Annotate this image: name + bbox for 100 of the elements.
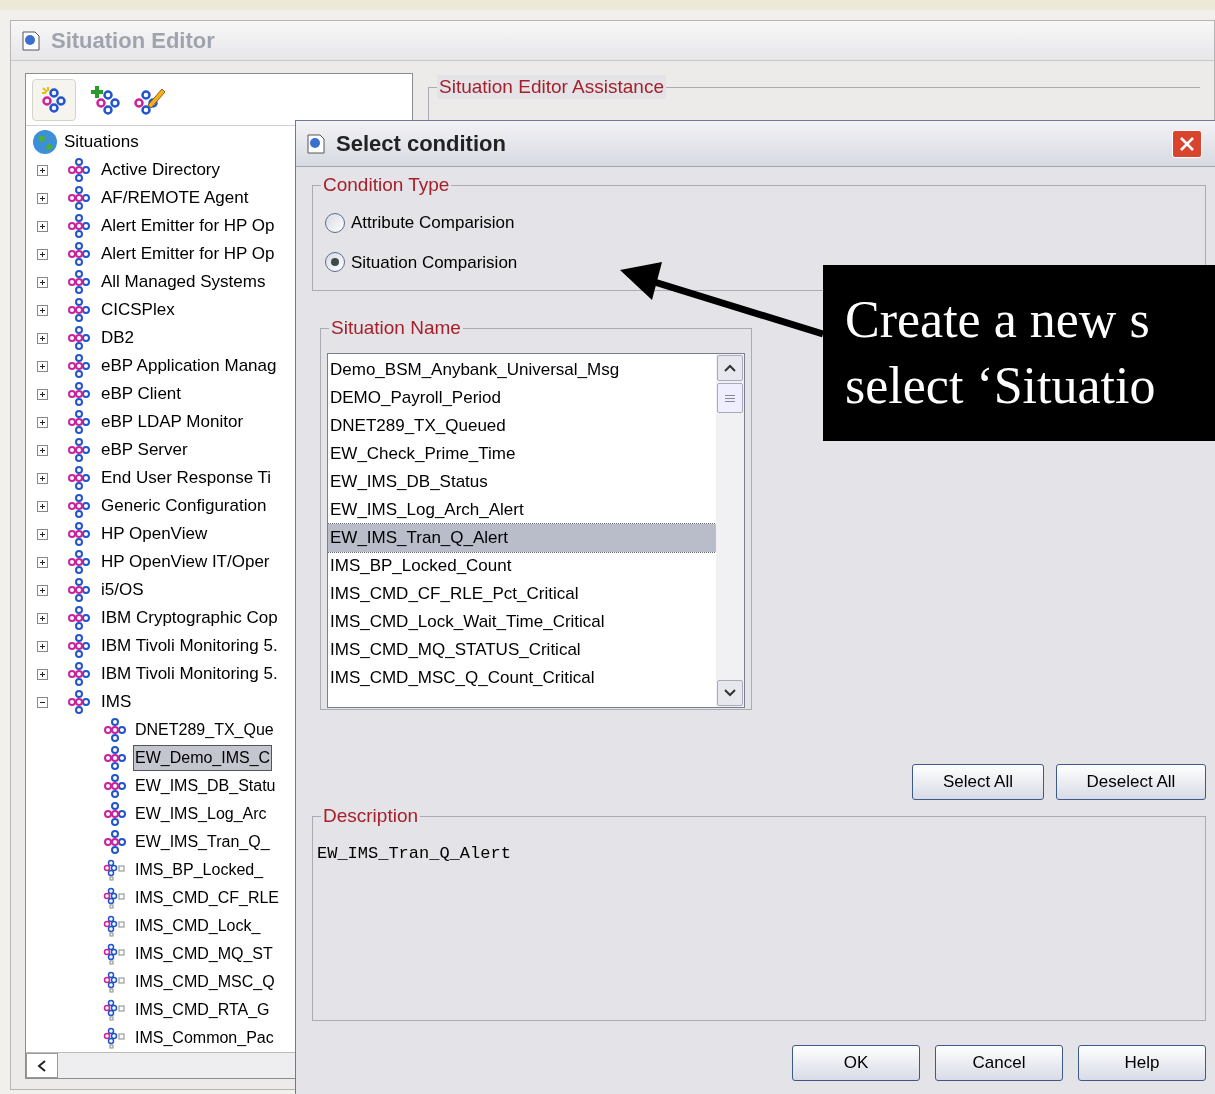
add-situation-icon[interactable] [90, 84, 120, 115]
list-item[interactable]: DNET289_TX_Queued [328, 412, 716, 440]
tree-item[interactable]: Generic Configuration [100, 493, 268, 519]
collapse-icon[interactable] [37, 696, 48, 708]
tree-item[interactable]: Alert Emitter for HP Op [100, 213, 276, 239]
expand-icon[interactable] [37, 220, 48, 232]
new-situation-button[interactable] [32, 78, 76, 121]
app-icon [19, 28, 43, 53]
expand-icon[interactable] [37, 472, 48, 484]
expand-icon[interactable] [37, 584, 48, 596]
list-item[interactable]: IMS_CMD_Lock_Wait_Time_Critical [328, 608, 716, 636]
tree-item[interactable]: IBM Tivoli Monitoring 5. [100, 633, 279, 659]
expand-icon[interactable] [37, 360, 48, 372]
situation-icon [66, 158, 92, 182]
tree-item[interactable]: IMS_CMD_MQ_ST [134, 942, 274, 966]
list-item[interactable]: EW_Check_Prime_Time [328, 440, 716, 468]
scroll-thumb[interactable] [717, 383, 743, 413]
tree-item[interactable]: eBP Application Manag [100, 353, 278, 379]
member-situation-icon [102, 971, 128, 993]
tree-item[interactable]: EW_IMS_Log_Arc [134, 802, 268, 826]
situation-icon [102, 746, 128, 770]
tree-item[interactable]: Active Directory [100, 157, 222, 183]
tree-item[interactable]: IMS_Common_Pac [134, 1026, 275, 1050]
tree-item[interactable]: IBM Cryptographic Cop [100, 605, 279, 631]
tree-item[interactable]: EW_IMS_Tran_Q_ [134, 830, 271, 854]
situation-icon [66, 354, 92, 378]
list-item[interactable]: Demo_BSM_Anybank_Universal_Msg [328, 356, 716, 384]
tree-item[interactable]: HP OpenView IT/Oper [100, 549, 271, 575]
globe-icon [32, 129, 58, 155]
radio-option[interactable]: Situation Comparision [325, 249, 518, 275]
situation-icon [66, 382, 92, 406]
expand-icon[interactable] [37, 640, 48, 652]
expand-icon[interactable] [37, 668, 48, 680]
tree-item[interactable]: All Managed Systems [100, 269, 267, 295]
tree-item[interactable]: CICSPlex [100, 297, 176, 323]
list-item[interactable]: IMS_CMD_MSC_Q_Count_Critical [328, 664, 716, 692]
list-item[interactable]: EW_IMS_DB_Status [328, 468, 716, 496]
tree-item[interactable]: eBP Client [100, 381, 182, 407]
expand-icon[interactable] [37, 304, 48, 316]
tree-item[interactable]: IMS_CMD_RTA_G [134, 998, 271, 1022]
member-situation-icon [102, 943, 128, 965]
dialog-button[interactable]: OK [792, 1045, 920, 1081]
list-item[interactable]: IMS_CMD_MQ_STATUS_Critical [328, 636, 716, 664]
scroll-down-button[interactable] [717, 680, 743, 706]
situation-icon [66, 438, 92, 462]
radio-button[interactable] [325, 212, 345, 233]
expand-icon[interactable] [37, 192, 48, 204]
tree-item[interactable]: IMS_BP_Locked_ [134, 858, 265, 882]
tree-item[interactable]: HP OpenView [100, 521, 209, 547]
callout-text: Create a new s [845, 290, 1151, 350]
tree-item[interactable]: Alert Emitter for HP Op [100, 241, 276, 267]
list-item[interactable]: IMS_CMD_CF_RLE_Pct_Critical [328, 580, 716, 608]
expand-icon[interactable] [37, 332, 48, 344]
tree-item[interactable]: IBM Tivoli Monitoring 5. [100, 661, 279, 687]
vertical-scrollbar[interactable] [716, 354, 744, 707]
tree-item[interactable]: DB2 [100, 325, 136, 351]
expand-icon[interactable] [37, 388, 48, 400]
tree-item[interactable]: EW_Demo_IMS_C [134, 746, 272, 770]
list-item[interactable]: EW_IMS_Log_Arch_Alert [328, 496, 716, 524]
member-situation-icon [102, 887, 128, 909]
tree-item[interactable]: AF/REMOTE Agent [100, 185, 250, 211]
list-item[interactable]: EW_IMS_Tran_Q_Alert [328, 524, 716, 552]
dialog-title: Select condition [336, 130, 506, 158]
dialog-button[interactable]: Select All [912, 764, 1044, 800]
callout-text: select ‘Situatio [845, 356, 1157, 416]
radio-option[interactable]: Attribute Comparision [325, 210, 515, 236]
expand-icon[interactable] [37, 500, 48, 512]
close-button[interactable] [1172, 129, 1202, 158]
expand-icon[interactable] [37, 444, 48, 456]
expand-icon[interactable] [37, 276, 48, 288]
dialog-button[interactable]: Help [1078, 1045, 1206, 1081]
tree-item[interactable]: eBP LDAP Monitor [100, 409, 245, 435]
dialog-button[interactable]: Deselect All [1056, 764, 1206, 800]
expand-icon[interactable] [37, 528, 48, 540]
list-item[interactable]: DEMO_Payroll_Period [328, 384, 716, 412]
tree-item[interactable]: EW_IMS_DB_Statu [134, 774, 277, 798]
tree-item[interactable]: DNET289_TX_Que [134, 718, 275, 742]
expand-icon[interactable] [37, 612, 48, 624]
list-item[interactable]: IMS_BP_Locked_Count [328, 552, 716, 580]
situation-icon [66, 242, 92, 266]
tree-item[interactable]: End User Response Ti [100, 465, 273, 491]
tree-item[interactable]: IMS_CMD_CF_RLE [134, 886, 281, 910]
tree-item[interactable]: eBP Server [100, 437, 189, 463]
radio-button[interactable] [325, 252, 345, 273]
situation-icon [66, 494, 92, 518]
dialog-button[interactable]: Cancel [935, 1045, 1063, 1081]
expand-icon[interactable] [37, 164, 48, 176]
expand-icon[interactable] [37, 416, 48, 428]
tree-item[interactable]: IMS [100, 689, 133, 715]
situation-icon [102, 774, 128, 798]
group-title: Situation Editor Assistance [437, 75, 666, 99]
member-situation-icon [102, 1027, 128, 1049]
expand-icon[interactable] [37, 556, 48, 568]
tree-item[interactable]: i5/OS [100, 577, 145, 603]
tree-item[interactable]: IMS_CMD_MSC_Q [134, 970, 276, 994]
scroll-left-button[interactable] [26, 1053, 58, 1078]
tree-root[interactable]: Situations [64, 129, 139, 155]
expand-icon[interactable] [37, 248, 48, 260]
tree-item[interactable]: IMS_CMD_Lock_ [134, 914, 262, 938]
scroll-up-button[interactable] [717, 355, 743, 381]
